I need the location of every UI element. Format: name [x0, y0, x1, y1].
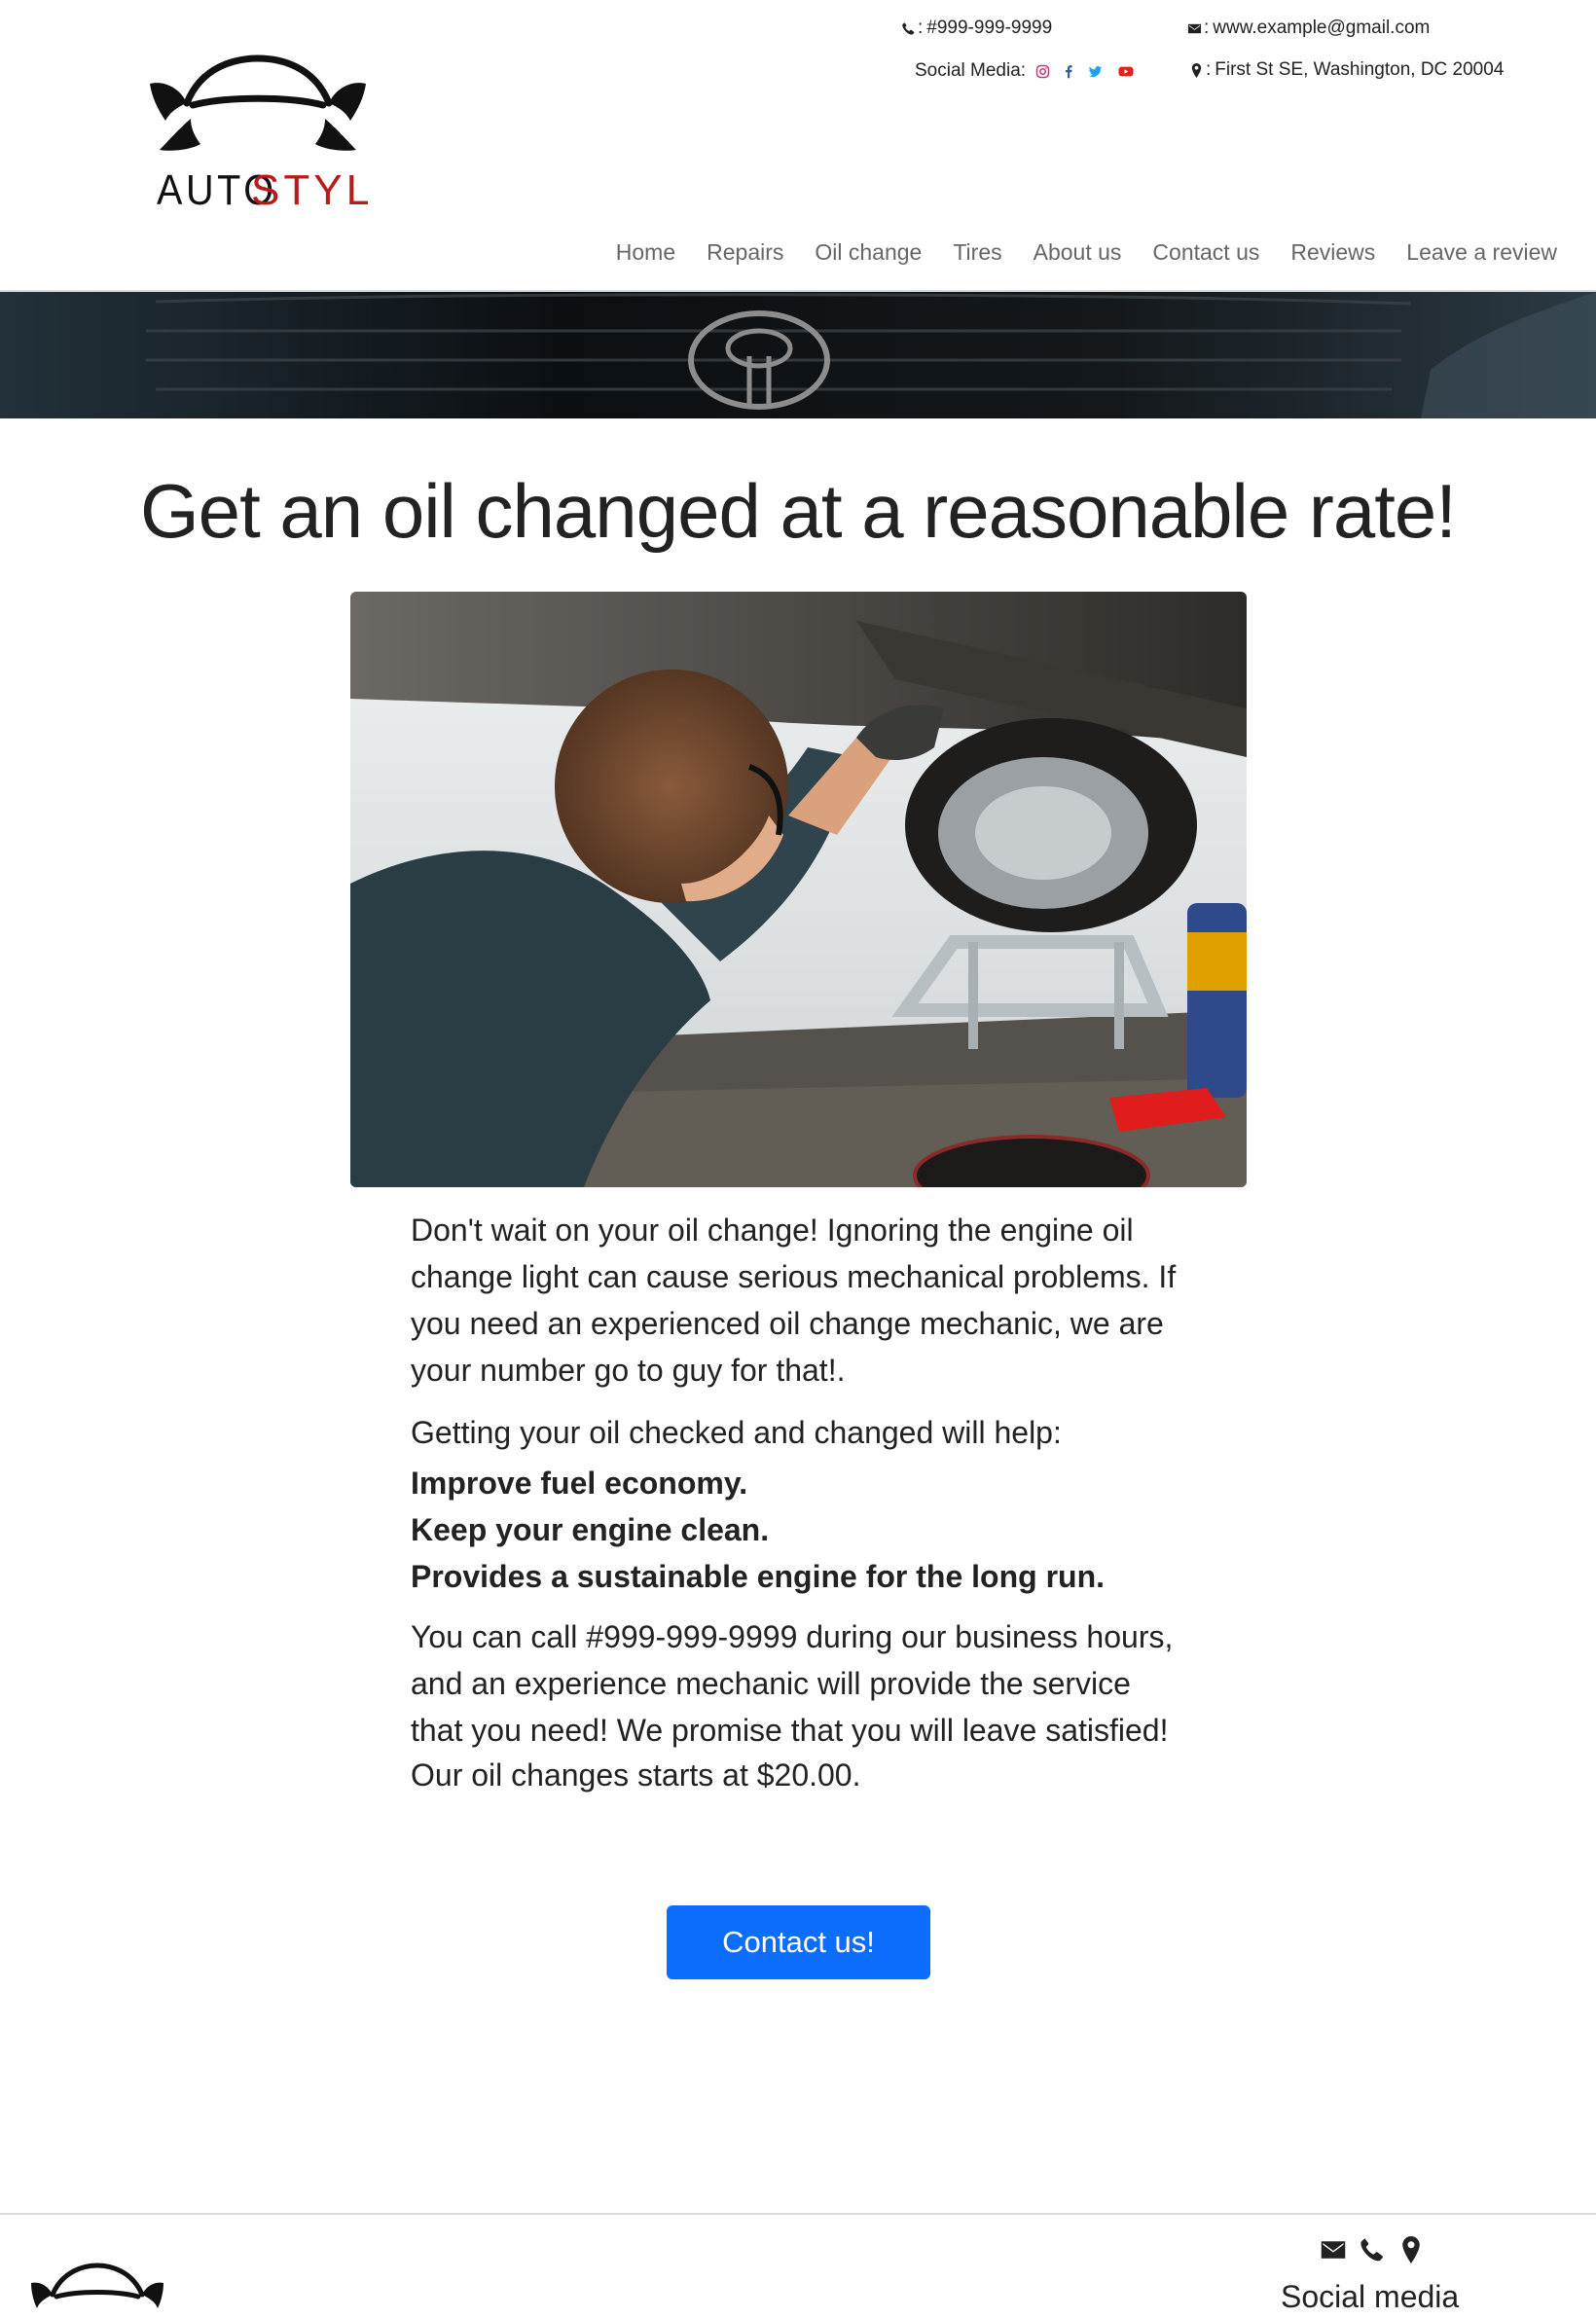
facebook-icon[interactable]: [1062, 64, 1076, 79]
location-icon: [1191, 62, 1202, 78]
header-email-separator: :: [1204, 18, 1210, 38]
location-icon[interactable]: [1397, 2236, 1425, 2264]
youtube-icon[interactable]: [1114, 64, 1138, 79]
twitter-icon[interactable]: [1088, 64, 1103, 79]
benefit-item: Improve fuel economy.: [411, 1466, 748, 1501]
footer-logo[interactable]: [29, 2260, 165, 2318]
header-phone[interactable]: : #999-999-9999: [901, 18, 1052, 39]
benefits-intro: Getting your oil checked and changed wil…: [411, 1415, 1062, 1450]
header-email[interactable]: : www.example@gmail.com: [1187, 18, 1430, 39]
page-headline: Get an oil changed at a reasonable rate!: [140, 468, 1457, 554]
mechanic-photo: [350, 592, 1247, 1187]
benefit-item: Provides a sustainable engine for the lo…: [411, 1559, 1106, 1594]
nav-home[interactable]: Home: [616, 239, 675, 266]
nav-tires[interactable]: Tires: [953, 239, 1001, 266]
main-nav: Home Repairs Oil change Tires About us C…: [616, 239, 1557, 266]
nav-reviews[interactable]: Reviews: [1290, 239, 1375, 266]
benefit-item: Keep your engine clean.: [411, 1512, 770, 1547]
header-address-text: First St SE, Washington, DC 20004: [1215, 59, 1505, 80]
price-paragraph: Our oil changes starts at $20.00.: [411, 1757, 861, 1793]
nav-about-us[interactable]: About us: [1034, 239, 1122, 266]
footer-contact-icons: [1320, 2236, 1425, 2264]
instagram-icon[interactable]: [1035, 64, 1050, 79]
nav-oil-change[interactable]: Oil change: [815, 239, 922, 266]
header-address: : First St SE, Washington, DC 20004: [1189, 59, 1504, 81]
benefits-list: Improve fuel economy. Keep your engine c…: [411, 1460, 1189, 1600]
article-body: Don't wait on your oil change! Ignoring …: [411, 1207, 1189, 1814]
footer-social-label: Social media: [1281, 2279, 1460, 2314]
contact-us-button[interactable]: Contact us!: [667, 1905, 930, 1979]
intro-paragraph: Don't wait on your oil change! Ignoring …: [411, 1213, 1177, 1388]
nav-leave-a-review[interactable]: Leave a review: [1406, 239, 1557, 266]
call-paragraph: You can call #999-999-9999 during our bu…: [411, 1619, 1174, 1748]
nav-contact-us[interactable]: Contact us: [1152, 239, 1259, 266]
social-media-label: Social Media:: [915, 60, 1027, 81]
header-address-separator: :: [1206, 59, 1212, 80]
footer-divider: [0, 2213, 1596, 2215]
autostyle-logo[interactable]: AUTO STYLE: [148, 51, 368, 212]
phone-icon[interactable]: [1359, 2236, 1386, 2264]
header-phone-text: #999-999-9999: [926, 18, 1053, 38]
header-phone-separator: :: [918, 18, 924, 38]
header-email-text: www.example@gmail.com: [1213, 18, 1431, 38]
logo-text-style: STYLE: [251, 166, 368, 212]
email-icon: [1187, 23, 1202, 33]
nav-repairs[interactable]: Repairs: [707, 239, 783, 266]
phone-icon: [902, 21, 915, 35]
banner-image: [0, 292, 1596, 418]
email-icon[interactable]: [1320, 2236, 1347, 2264]
header-social: Social Media:: [915, 60, 1140, 82]
